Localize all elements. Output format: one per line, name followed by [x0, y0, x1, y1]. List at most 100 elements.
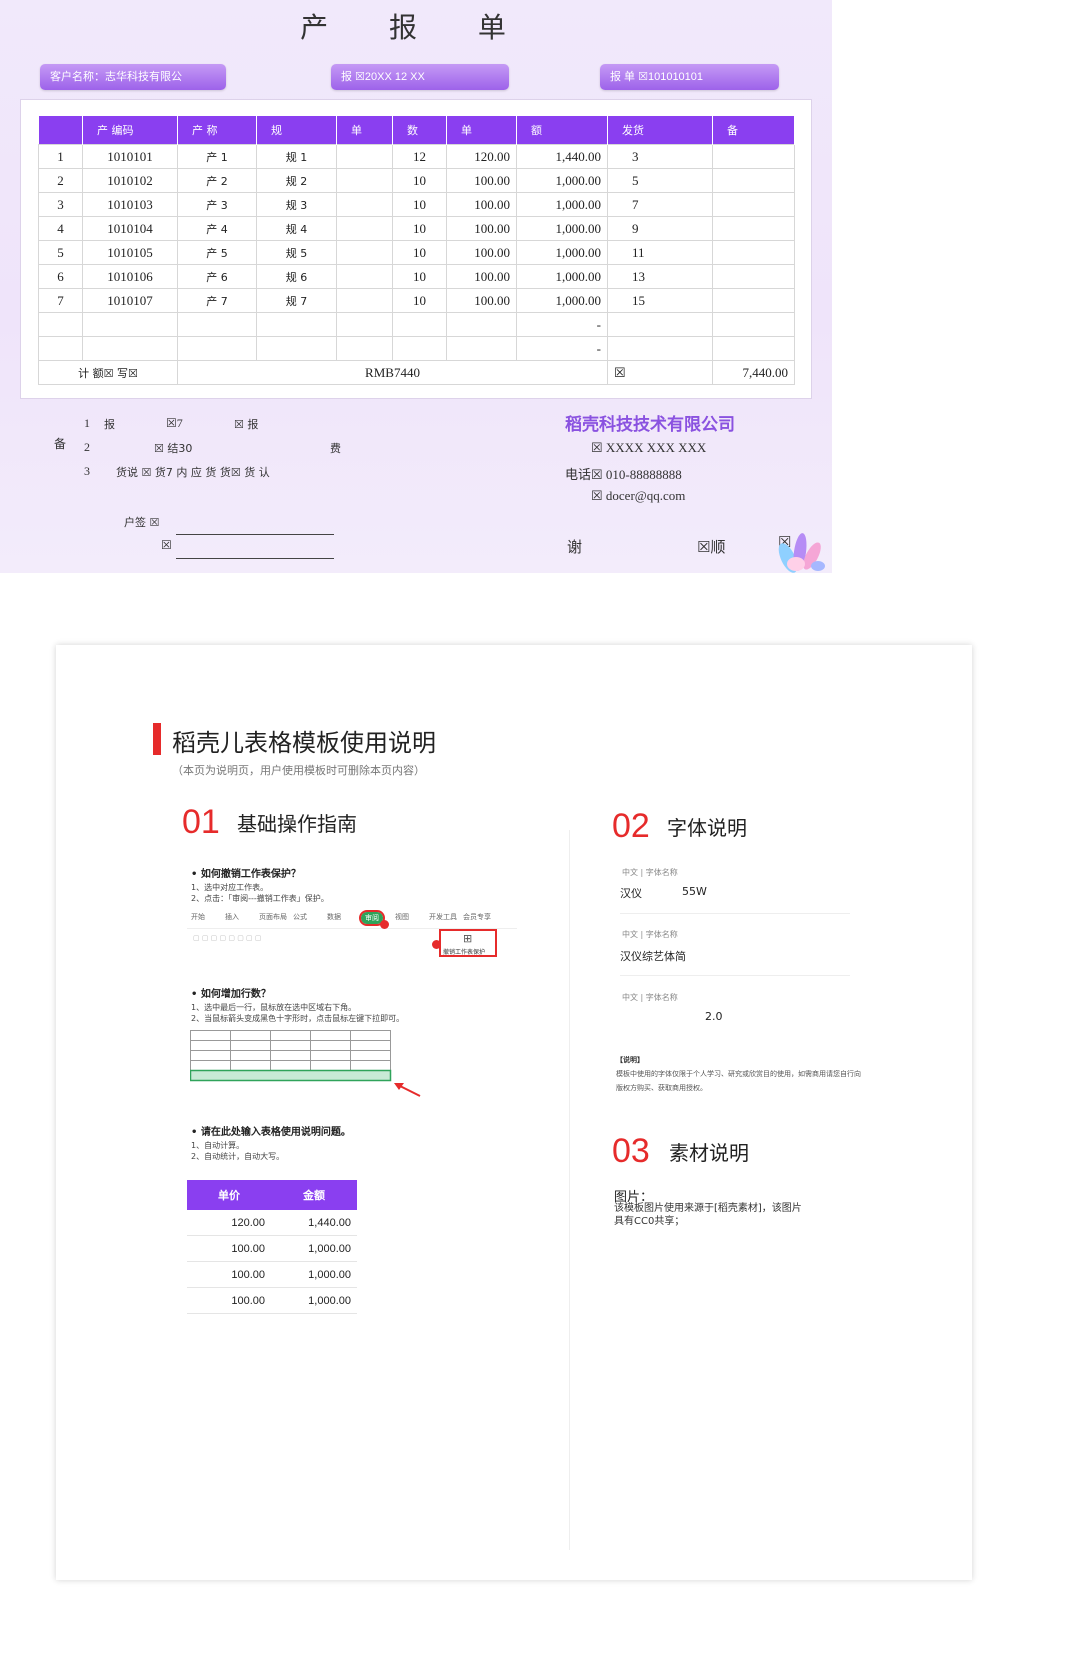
invoice-cell[interactable]	[712, 264, 795, 289]
invoice-cell[interactable]: 10	[392, 192, 447, 217]
invoice-cell[interactable]	[177, 336, 257, 361]
invoice-cell[interactable]: 7	[38, 288, 83, 313]
invoice-cell[interactable]: 规 3	[256, 192, 337, 217]
invoice-cell[interactable]	[336, 288, 393, 313]
invoice-cell[interactable]	[38, 312, 83, 337]
invoice-cell[interactable]: 6	[38, 264, 83, 289]
invoice-cell[interactable]: 产 5	[177, 240, 257, 265]
ribbon-tab[interactable]: 会员专享	[463, 912, 491, 922]
invoice-cell[interactable]	[82, 312, 178, 337]
invoice-cell[interactable]: 产 7	[177, 288, 257, 313]
ribbon-tab[interactable]: 数据	[327, 912, 341, 922]
invoice-cell[interactable]: 产 4	[177, 216, 257, 241]
invoice-cell[interactable]	[256, 312, 337, 337]
invoice-cell[interactable]	[336, 240, 393, 265]
invoice-cell[interactable]	[336, 264, 393, 289]
ribbon-tab[interactable]: 公式	[293, 912, 307, 922]
invoice-cell[interactable]: 10	[392, 216, 447, 241]
invoice-cell[interactable]: 10	[392, 288, 447, 313]
invoice-cell[interactable]: -	[516, 312, 608, 337]
invoice-cell[interactable]: 100.00	[446, 264, 517, 289]
invoice-cell[interactable]	[336, 168, 393, 193]
invoice-cell[interactable]	[446, 312, 517, 337]
invoice-cell[interactable]: 5	[607, 168, 713, 193]
ribbon-tab[interactable]: 页面布局	[259, 912, 287, 922]
customer-sign-line[interactable]	[176, 534, 334, 535]
invoice-cell[interactable]: 100.00	[446, 168, 517, 193]
invoice-cell[interactable]	[336, 144, 393, 169]
invoice-cell[interactable]	[177, 312, 257, 337]
invoice-cell[interactable]	[82, 336, 178, 361]
invoice-cell[interactable]: 产 3	[177, 192, 257, 217]
unprotect-sheet-button[interactable]: ⊞ 撤销工作表保护	[439, 929, 497, 957]
invoice-cell[interactable]: 120.00	[446, 144, 517, 169]
invoice-cell[interactable]: 1,000.00	[516, 168, 608, 193]
invoice-cell[interactable]: 1010103	[82, 192, 178, 217]
invoice-cell[interactable]: 100.00	[446, 288, 517, 313]
ribbon-tab[interactable]: 插入	[225, 912, 239, 922]
customer-name-field[interactable]: 客户名称：志华科技有限公	[40, 64, 226, 90]
invoice-cell[interactable]: 1010106	[82, 264, 178, 289]
invoice-cell[interactable]	[712, 336, 795, 361]
invoice-cell[interactable]	[392, 312, 447, 337]
invoice-cell[interactable]: 产 6	[177, 264, 257, 289]
invoice-cell[interactable]	[336, 192, 393, 217]
invoice-cell[interactable]	[336, 312, 393, 337]
invoice-cell[interactable]: 7	[607, 192, 713, 217]
invoice-cell[interactable]: 规 1	[256, 144, 337, 169]
invoice-cell[interactable]	[712, 216, 795, 241]
invoice-cell[interactable]: 100.00	[446, 192, 517, 217]
invoice-cell[interactable]	[712, 312, 795, 337]
invoice-cell[interactable]: -	[516, 336, 608, 361]
invoice-cell[interactable]: 10	[392, 168, 447, 193]
invoice-cell[interactable]: 2	[38, 168, 83, 193]
invoice-cell[interactable]: 15	[607, 288, 713, 313]
invoice-cell[interactable]: 1010107	[82, 288, 178, 313]
invoice-cell[interactable]	[336, 336, 393, 361]
invoice-cell[interactable]: 产 1	[177, 144, 257, 169]
invoice-cell[interactable]	[446, 336, 517, 361]
invoice-cell[interactable]: 100.00	[446, 216, 517, 241]
invoice-cell[interactable]: 5	[38, 240, 83, 265]
ribbon-tab[interactable]: 视图	[395, 912, 409, 922]
invoice-cell[interactable]: 3	[607, 144, 713, 169]
invoice-cell[interactable]: 1010104	[82, 216, 178, 241]
invoice-cell[interactable]: 9	[607, 216, 713, 241]
invoice-cell[interactable]: 1,000.00	[516, 240, 608, 265]
invoice-cell[interactable]	[607, 312, 713, 337]
invoice-cell[interactable]: 1,440.00	[516, 144, 608, 169]
invoice-cell[interactable]	[712, 192, 795, 217]
invoice-cell[interactable]: 100.00	[446, 240, 517, 265]
invoice-cell[interactable]: 规 4	[256, 216, 337, 241]
invoice-cell[interactable]: 规 5	[256, 240, 337, 265]
invoice-cell[interactable]: 13	[607, 264, 713, 289]
invoice-cell[interactable]: 12	[392, 144, 447, 169]
invoice-cell[interactable]: 10	[392, 264, 447, 289]
report-date-field[interactable]: 报 ☒20XX 12 XX	[331, 64, 509, 90]
ribbon-tab[interactable]: 开发工具	[429, 912, 457, 922]
invoice-cell[interactable]	[712, 288, 795, 313]
invoice-cell[interactable]: 11	[607, 240, 713, 265]
invoice-cell[interactable]: 规 7	[256, 288, 337, 313]
ribbon-tab[interactable]: 开始	[191, 912, 205, 922]
sign-date-line[interactable]	[176, 558, 334, 559]
invoice-cell[interactable]	[712, 168, 795, 193]
invoice-cell[interactable]	[712, 144, 795, 169]
invoice-cell[interactable]: 1,000.00	[516, 216, 608, 241]
invoice-cell[interactable]: 1010105	[82, 240, 178, 265]
invoice-cell[interactable]	[712, 240, 795, 265]
invoice-cell[interactable]: 10	[392, 240, 447, 265]
invoice-cell[interactable]: 1,000.00	[516, 192, 608, 217]
report-number-field[interactable]: 报 单 ☒101010101	[600, 64, 779, 90]
invoice-cell[interactable]: 1,000.00	[516, 264, 608, 289]
invoice-cell[interactable]: 1,000.00	[516, 288, 608, 313]
invoice-cell[interactable]	[336, 216, 393, 241]
invoice-cell[interactable]	[607, 336, 713, 361]
invoice-cell[interactable]: 4	[38, 216, 83, 241]
invoice-cell[interactable]: 产 2	[177, 168, 257, 193]
invoice-cell[interactable]	[38, 336, 83, 361]
invoice-cell[interactable]: 3	[38, 192, 83, 217]
invoice-cell[interactable]: 1010101	[82, 144, 178, 169]
invoice-cell[interactable]	[256, 336, 337, 361]
invoice-cell[interactable]: 1010102	[82, 168, 178, 193]
